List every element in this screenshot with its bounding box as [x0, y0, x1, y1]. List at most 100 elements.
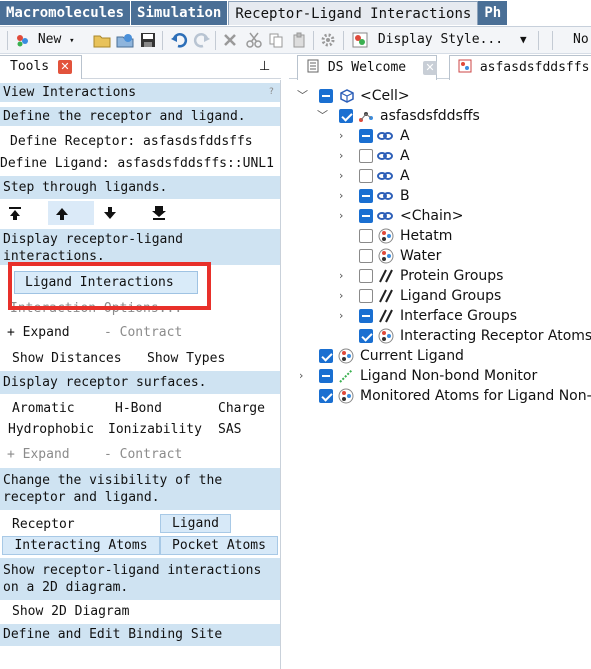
sas-link[interactable]: SAS	[218, 421, 241, 438]
chevron-right-icon[interactable]: ›	[339, 186, 349, 206]
tab-ds-welcome[interactable]: DS Welcome ✕	[297, 55, 437, 80]
display-style-button[interactable]: Display Style...	[352, 30, 503, 50]
tree-node-molecule[interactable]: ﹀ asfasdsfddsffs	[289, 106, 591, 126]
overflow-label[interactable]: No	[573, 30, 589, 50]
pocket-atoms-toggle[interactable]: Pocket Atoms	[160, 536, 278, 555]
charge-link[interactable]: Charge	[218, 400, 265, 417]
tree-node-interface-groups[interactable]: › Interface Groups	[289, 306, 591, 326]
open-button[interactable]	[93, 30, 111, 50]
tab-macromolecules[interactable]: Macromolecules	[0, 1, 132, 25]
arrow-up-icon	[56, 208, 68, 220]
pin-icon[interactable]: ⊥	[259, 59, 270, 74]
clipboard-icon	[293, 32, 305, 47]
tree-node-hetatm[interactable]: Hetatm	[289, 226, 591, 246]
last-ligand-button[interactable]	[144, 201, 190, 225]
interface-groups-checkbox[interactable]	[359, 309, 373, 323]
interacting-receptor-atoms-checkbox[interactable]	[359, 329, 373, 343]
ligand-toggle[interactable]: Ligand	[160, 514, 231, 533]
open-url-button[interactable]	[116, 30, 134, 50]
surfaces-contract-link[interactable]: - Contract	[104, 446, 182, 463]
display-style-dropdown[interactable]: ▼	[520, 30, 527, 50]
tab-overflow[interactable]: Ph	[478, 1, 509, 25]
tree-node-current-ligand[interactable]: Current Ligand	[289, 346, 591, 366]
redo-button[interactable]	[193, 30, 211, 50]
tree-node-ligand-groups[interactable]: › Ligand Groups	[289, 286, 591, 306]
settings-button[interactable]	[320, 30, 336, 50]
tree-node-chain[interactable]: › <Chain>	[289, 206, 591, 226]
hetatm-checkbox[interactable]	[359, 229, 373, 243]
new-button[interactable]: New ▾	[14, 30, 75, 50]
delete-button[interactable]	[222, 30, 238, 50]
chevron-right-icon[interactable]: ›	[339, 266, 349, 286]
tree-node-nonbond-monitor[interactable]: › Ligand Non-bond Monitor	[289, 366, 591, 386]
nonbond-monitor-checkbox[interactable]	[319, 369, 333, 383]
cut-button[interactable]	[246, 30, 262, 50]
monitored-atoms-checkbox[interactable]	[319, 389, 333, 403]
paste-button[interactable]	[291, 30, 307, 50]
hydrophobic-link[interactable]: Hydrophobic	[8, 421, 94, 438]
tree-node-chain[interactable]: › A	[289, 126, 591, 146]
tree-node-interacting-receptor-atoms[interactable]: Interacting Receptor Atoms	[289, 326, 591, 346]
ionizability-link[interactable]: Ionizability	[108, 421, 202, 438]
tree-node-chain[interactable]: › A	[289, 166, 591, 186]
next-ligand-button[interactable]	[96, 201, 142, 225]
chain-checkbox[interactable]	[359, 129, 373, 143]
section-view-interactions[interactable]: View Interactions ?	[0, 83, 280, 102]
define-receptor-link[interactable]: Define Receptor: asfasdsfddsffs	[10, 133, 253, 150]
help-icon[interactable]: ?	[269, 83, 274, 102]
chevron-right-icon[interactable]: ›	[339, 126, 349, 146]
chevron-right-icon[interactable]: ›	[339, 146, 349, 166]
chevron-right-icon[interactable]: ›	[299, 366, 309, 386]
previous-ligand-button[interactable]	[48, 201, 94, 225]
tree-label: Interacting Receptor Atoms	[400, 328, 591, 344]
tab-molecule[interactable]: asfasdsfddsffs	[449, 55, 591, 80]
chevron-down-icon[interactable]: ﹀	[297, 86, 308, 106]
first-ligand-button[interactable]	[0, 201, 46, 225]
tab-simulation[interactable]: Simulation	[131, 1, 229, 25]
ligand-groups-checkbox[interactable]	[359, 289, 373, 303]
close-icon[interactable]: ✕	[58, 60, 72, 74]
chevron-right-icon[interactable]: ›	[339, 286, 349, 306]
atoms-icon	[378, 228, 394, 244]
tree-node-protein-groups[interactable]: › Protein Groups	[289, 266, 591, 286]
hbond-link[interactable]: H-Bond	[115, 400, 162, 417]
tools-tab[interactable]: Tools ✕	[0, 55, 82, 79]
last-ligand-icon	[152, 206, 166, 220]
toolbar-separator	[538, 31, 539, 50]
molecule-checkbox[interactable]	[339, 109, 353, 123]
current-ligand-checkbox[interactable]	[319, 349, 333, 363]
save-button[interactable]	[140, 30, 156, 50]
interacting-atoms-toggle[interactable]: Interacting Atoms	[2, 536, 160, 555]
protein-groups-checkbox[interactable]	[359, 269, 373, 283]
tree-node-chain[interactable]: › B	[289, 186, 591, 206]
tree-node-chain[interactable]: › A	[289, 146, 591, 166]
contract-link[interactable]: - Contract	[104, 324, 182, 341]
chevron-right-icon[interactable]: ›	[339, 166, 349, 186]
show-2d-diagram-link[interactable]: Show 2D Diagram	[12, 603, 129, 620]
surfaces-expand-link[interactable]: + Expand	[7, 446, 70, 463]
chain-checkbox[interactable]	[359, 209, 373, 223]
chevron-down-icon[interactable]: ﹀	[317, 106, 328, 126]
water-checkbox[interactable]	[359, 249, 373, 263]
section-binding-site[interactable]: Define and Edit Binding Site	[0, 624, 280, 646]
tab-receptor-ligand[interactable]: Receptor-Ligand Interactions	[228, 1, 479, 25]
chevron-right-icon[interactable]: ›	[339, 206, 349, 226]
cell-checkbox[interactable]	[319, 89, 333, 103]
tree-node-cell[interactable]: ﹀ <Cell>	[289, 86, 591, 106]
show-distances-link[interactable]: Show Distances	[12, 350, 122, 367]
chevron-right-icon[interactable]: ›	[339, 306, 349, 326]
close-icon[interactable]: ✕	[423, 61, 437, 75]
chain-checkbox[interactable]	[359, 169, 373, 183]
chain-checkbox[interactable]	[359, 149, 373, 163]
show-types-link[interactable]: Show Types	[147, 350, 225, 367]
aromatic-link[interactable]: Aromatic	[12, 400, 75, 417]
tree-node-monitored-atoms[interactable]: Monitored Atoms for Ligand Non-bond Moni…	[289, 386, 591, 406]
chain-checkbox[interactable]	[359, 189, 373, 203]
receptor-toggle[interactable]: Receptor	[12, 516, 75, 533]
tree-node-water[interactable]: Water	[289, 246, 591, 266]
chain-link-icon	[377, 152, 393, 160]
undo-button[interactable]	[170, 30, 188, 50]
define-ligand-link[interactable]: Define Ligand: asfasdsfddsffs::UNL1	[0, 155, 274, 172]
expand-link[interactable]: + Expand	[7, 324, 70, 341]
copy-button[interactable]	[268, 30, 284, 50]
